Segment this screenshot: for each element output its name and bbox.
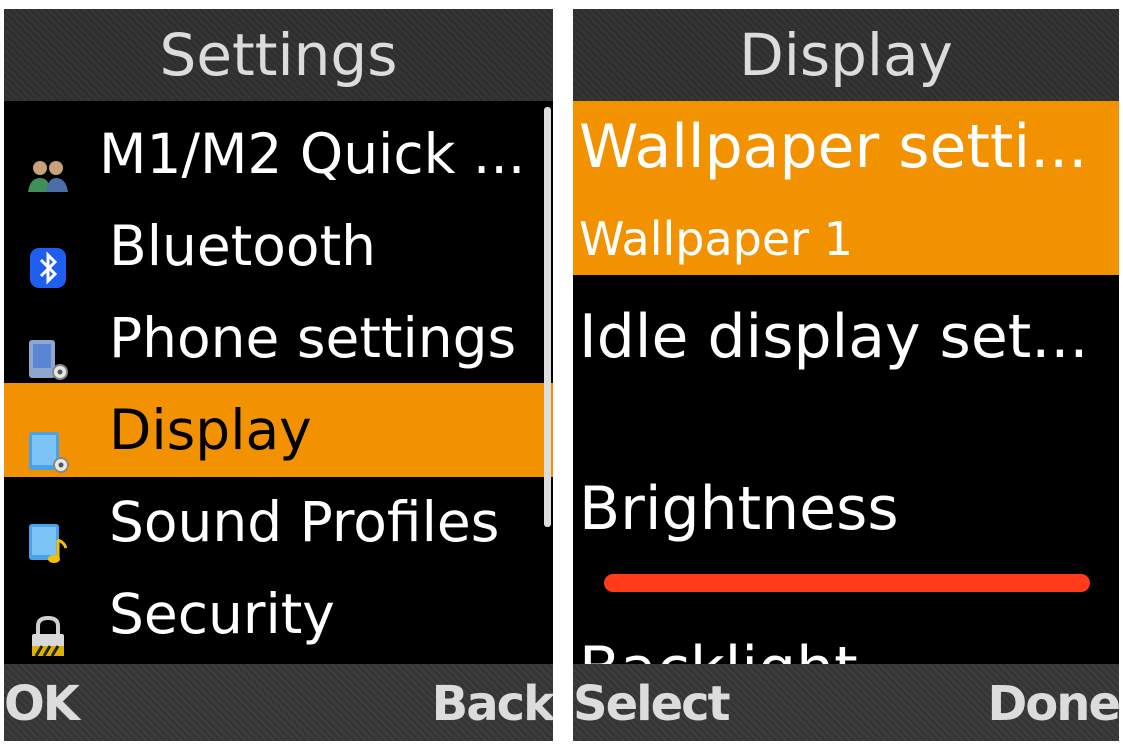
ok-softkey[interactable]: OK [4,676,80,732]
wallpaper-value: Wallpaper 1 [579,212,853,266]
select-softkey[interactable]: Select [573,676,731,732]
menu-item-label: Security [109,582,335,646]
screen-title: Settings [4,9,553,101]
scrollbar[interactable] [544,107,551,527]
display-screen: Display Wallpaper setti... Wallpaper 1 I… [573,9,1119,741]
brightness-label: Brightness [579,474,899,544]
menu-item-display[interactable]: Display [4,383,553,477]
menu-item-security[interactable]: Security [4,567,553,661]
phone-settings-icon [26,316,70,380]
menu-item-quick-dial[interactable]: M1/M2 Quick ... [4,107,553,201]
menu-item-sound-profiles[interactable]: Sound Profiles [4,475,553,569]
menu-item-label: Bluetooth [109,214,376,278]
settings-menu-list: M1/M2 Quick ... Bluetooth Phone settings… [4,101,553,664]
menu-item-label: Display [109,398,312,462]
done-softkey[interactable]: Done [987,676,1119,732]
brightness-slider[interactable] [604,574,1090,592]
menu-item-phone-settings[interactable]: Phone settings [4,291,553,385]
softkey-bar: Select Done [573,664,1119,741]
screen-title: Display [573,9,1119,101]
sound-profiles-icon [26,500,70,563]
menu-item-bluetooth[interactable]: Bluetooth [4,199,553,293]
padlock-icon [26,592,70,657]
display-settings-icon [26,408,70,473]
wallpaper-settings-label: Wallpaper setti... [579,112,1088,182]
softkey-bar: OK Back [4,664,553,741]
menu-item-label: Sound Profiles [109,490,500,554]
idle-display-settings-item[interactable]: Idle display set... [579,297,1088,377]
users-icon [26,132,70,192]
back-softkey[interactable]: Back [432,676,553,732]
menu-item-label: M1/M2 Quick ... [99,122,526,186]
bluetooth-icon [26,224,70,288]
menu-item-label: Phone settings [109,306,517,370]
settings-screen: Settings M1/M2 Quick ... Bluetooth Phone… [4,9,553,741]
